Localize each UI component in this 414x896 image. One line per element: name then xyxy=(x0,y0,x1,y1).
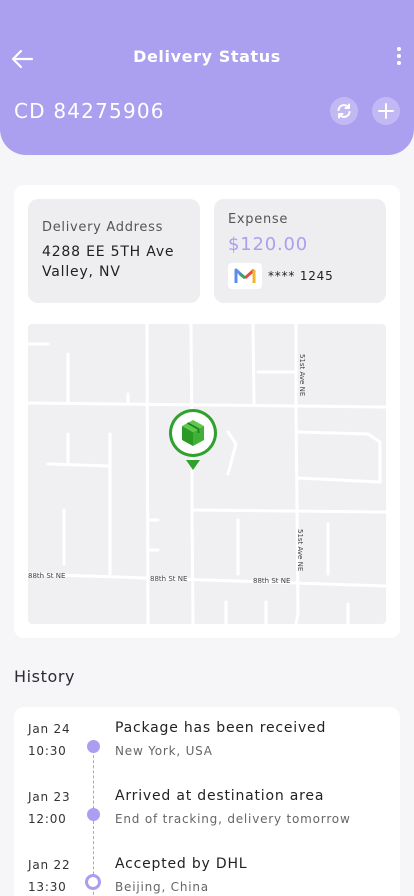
m-card-logo-icon xyxy=(228,263,262,289)
tracking-number: CD 84275906 xyxy=(14,99,165,123)
street-label-88th-right: 88th St NE xyxy=(253,577,291,585)
history-item-title: Package has been received xyxy=(115,720,327,736)
delivery-address-label: Delivery Address xyxy=(42,220,164,235)
history-time: 13:30 xyxy=(28,880,67,894)
package-pin-icon[interactable] xyxy=(166,406,220,470)
timeline-dot-icon xyxy=(87,740,100,753)
map-streets xyxy=(28,324,386,624)
history-item-subtitle: New York, USA xyxy=(115,744,213,758)
history-time: 10:30 xyxy=(28,744,67,758)
more-vertical-icon xyxy=(394,47,404,65)
street-label-88th-left: 88th St NE xyxy=(28,572,66,580)
history-item-title: Accepted by DHL xyxy=(115,856,248,872)
delivery-card: Delivery Address 4288 EE 5TH Ave Valley,… xyxy=(14,185,400,638)
history-item[interactable]: Jan 24 10:30 Package has been received N… xyxy=(14,720,400,782)
delivery-address-box: Delivery Address 4288 EE 5TH Ave Valley,… xyxy=(28,199,200,303)
history-date: Jan 22 xyxy=(28,858,71,872)
history-item-title: Arrived at destination area xyxy=(115,788,325,804)
address-line-2: Valley, NV xyxy=(42,264,121,280)
page-title: Delivery Status xyxy=(133,47,281,66)
history-title: History xyxy=(14,667,76,686)
history-time: 12:00 xyxy=(28,812,67,826)
refresh-button[interactable] xyxy=(330,97,358,125)
street-label-51st-ave-bottom: 51st Ave NE xyxy=(296,529,304,572)
delivery-map[interactable]: 51st Ave NE 51st Ave NE 88th St NE 88th … xyxy=(28,324,386,624)
address-line-1: 4288 EE 5TH Ave xyxy=(42,244,175,260)
refresh-icon xyxy=(337,103,351,119)
history-date: Jan 24 xyxy=(28,722,71,736)
history-item[interactable]: Jan 23 12:00 Arrived at destination area… xyxy=(14,788,400,850)
card-number: **** 1245 xyxy=(268,269,334,283)
street-label-88th-middle: 88th St NE xyxy=(150,575,188,583)
plus-icon xyxy=(378,103,394,119)
history-item[interactable]: Jan 22 13:30 Accepted by DHL Beijing, Ch… xyxy=(14,856,400,896)
header-bar: Delivery Status CD 84275906 xyxy=(0,0,414,155)
street-label-51st-ave-top: 51st Ave NE xyxy=(298,354,306,397)
expense-label: Expense xyxy=(228,212,289,227)
history-item-subtitle: End of tracking, delivery tomorrow xyxy=(115,812,351,826)
add-button[interactable] xyxy=(372,97,400,125)
history-date: Jan 23 xyxy=(28,790,71,804)
expense-amount: $120.00 xyxy=(228,234,309,255)
timeline-dot-icon xyxy=(87,808,100,821)
more-options-button[interactable] xyxy=(394,45,404,71)
expense-box: Expense $120.00 **** 1245 xyxy=(214,199,386,303)
timeline-dot-hollow-icon xyxy=(85,874,101,890)
history-list: Jan 24 10:30 Package has been received N… xyxy=(14,707,400,896)
history-item-subtitle: Beijing, China xyxy=(115,880,209,894)
